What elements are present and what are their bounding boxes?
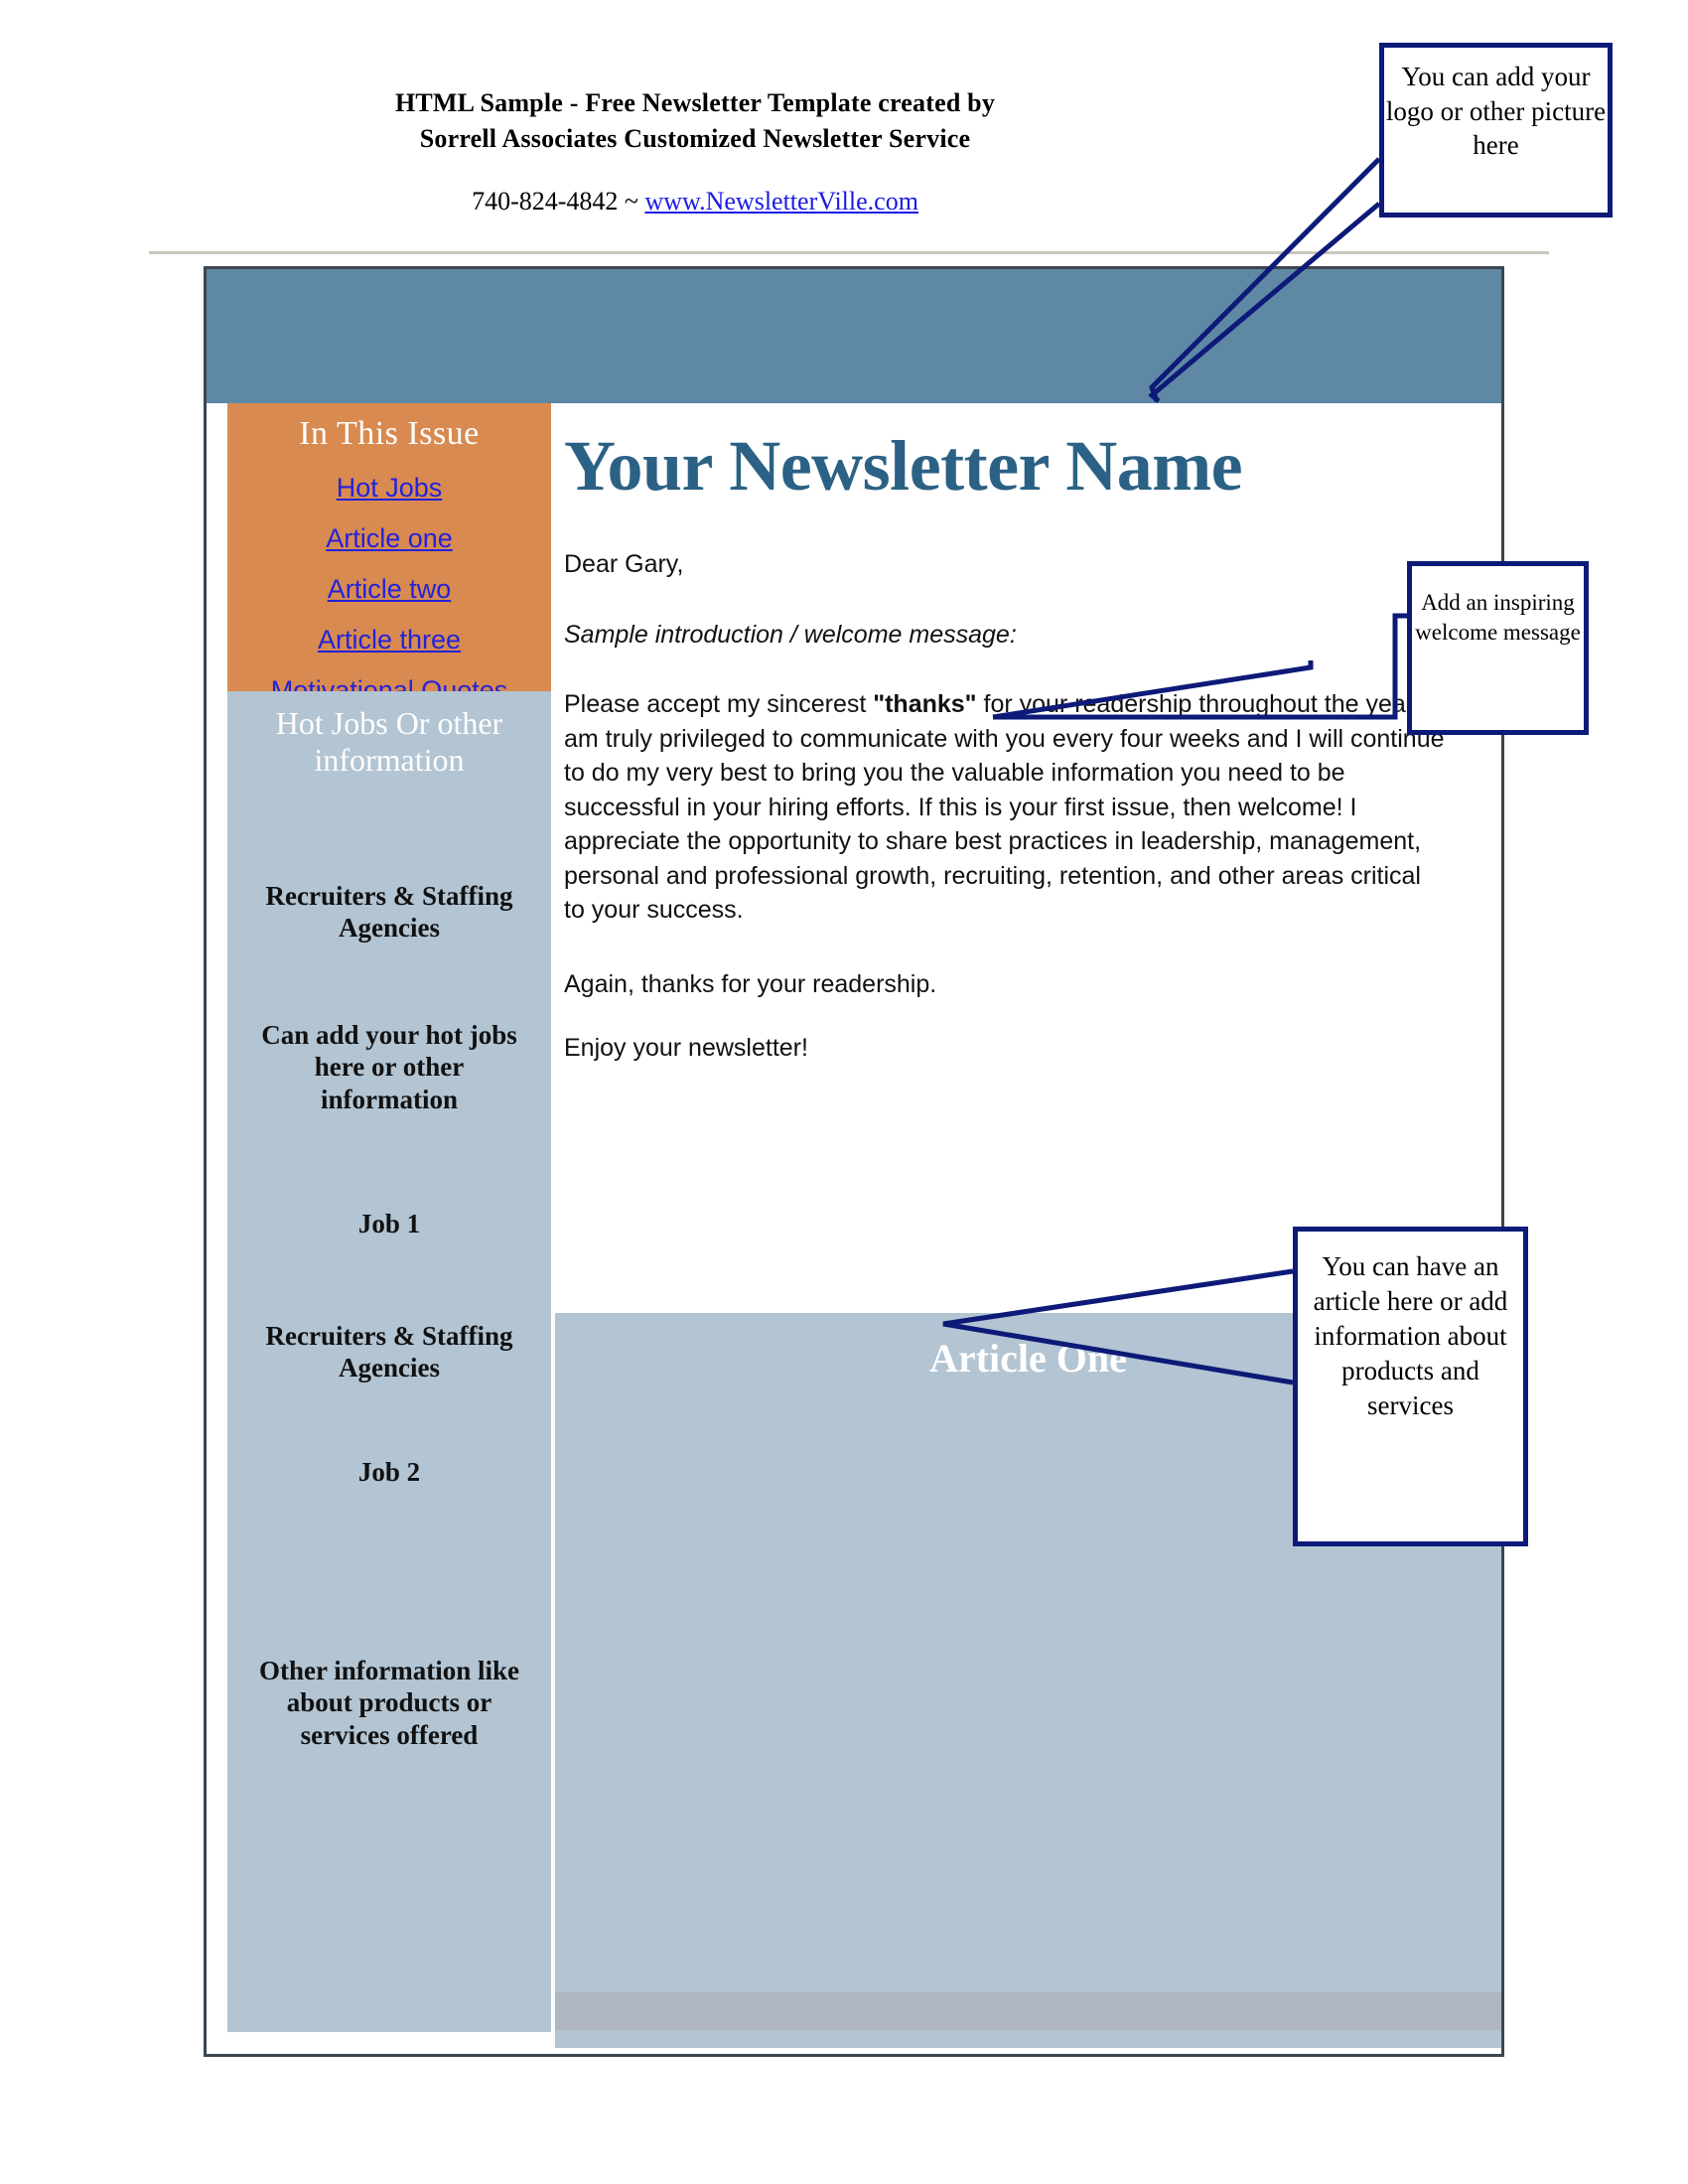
- main-content-column: Your Newsletter Name Dear Gary, Sample i…: [564, 403, 1501, 1066]
- in-this-issue-box: In This Issue Hot Jobs Article one Artic…: [227, 403, 551, 758]
- hot-jobs-text-block: Recruiters & Staffing Agencies: [265, 881, 513, 944]
- hot-jobs-text-block: Recruiters & Staffing Agencies: [265, 1321, 513, 1383]
- sidebar-item-hot-jobs[interactable]: Hot Jobs: [227, 473, 551, 504]
- again-thanks-line: Again, thanks for your readership.: [564, 969, 937, 998]
- sidebar: In This Issue Hot Jobs Article one Artic…: [227, 403, 551, 2032]
- enjoy-newsletter-line: Enjoy your newsletter!: [564, 1034, 808, 1062]
- newsletter-page-frame: In This Issue Hot Jobs Article one Artic…: [204, 266, 1504, 2057]
- callout-welcome-message: Add an inspiring welcome message: [1407, 561, 1589, 735]
- sidebar-item-article-three[interactable]: Article three: [227, 625, 551, 655]
- header-title-line-2: Sorrell Associates Customized Newsletter…: [419, 124, 971, 153]
- intro-paragraph: Please accept my sincerest "thanks" for …: [564, 687, 1448, 928]
- phone-number: 740-824-4842 ~: [472, 187, 645, 216]
- intro-thanks-emphasis: "thanks": [873, 690, 977, 718]
- hot-jobs-text-block: Job 1: [357, 1209, 421, 1238]
- article-footer-strip: [555, 1992, 1501, 2030]
- intro-text-part-2: for your readership throughout the year.…: [564, 690, 1445, 924]
- hot-jobs-text-block: Job 2: [357, 1457, 421, 1487]
- hot-jobs-panel: Hot Jobs Or other information Recruiters…: [227, 691, 551, 2032]
- sidebar-item-article-one[interactable]: Article one: [227, 523, 551, 554]
- sample-intro-note: Sample introduction / welcome message:: [564, 620, 1017, 649]
- hot-jobs-text-block: Can add your hot jobs here or other info…: [261, 1020, 517, 1114]
- in-this-issue-title: In This Issue: [299, 415, 480, 452]
- masthead-banner: [207, 269, 1501, 403]
- sidebar-item-article-two[interactable]: Article two: [227, 574, 551, 605]
- callout-article-placeholder: You can have an article here or add info…: [1293, 1227, 1528, 1546]
- greeting-line: Dear Gary,: [564, 550, 684, 578]
- hot-jobs-panel-title: Hot Jobs Or other information: [275, 705, 503, 779]
- newsletter-title: Your Newsletter Name: [564, 426, 1243, 506]
- newsletterville-link[interactable]: www.NewsletterVille.com: [644, 187, 917, 216]
- header-title-line-1: HTML Sample - Free Newsletter Template c…: [394, 88, 996, 117]
- callout-add-logo: You can add your logo or other picture h…: [1379, 43, 1613, 218]
- intro-text-part-1: Please accept my sincerest: [564, 690, 874, 718]
- header-divider-rule: [149, 251, 1549, 254]
- hot-jobs-text-block: Other information like about products or…: [259, 1656, 519, 1750]
- header-contact-line: 740-824-4842 ~ www.NewsletterVille.com: [149, 187, 1241, 217]
